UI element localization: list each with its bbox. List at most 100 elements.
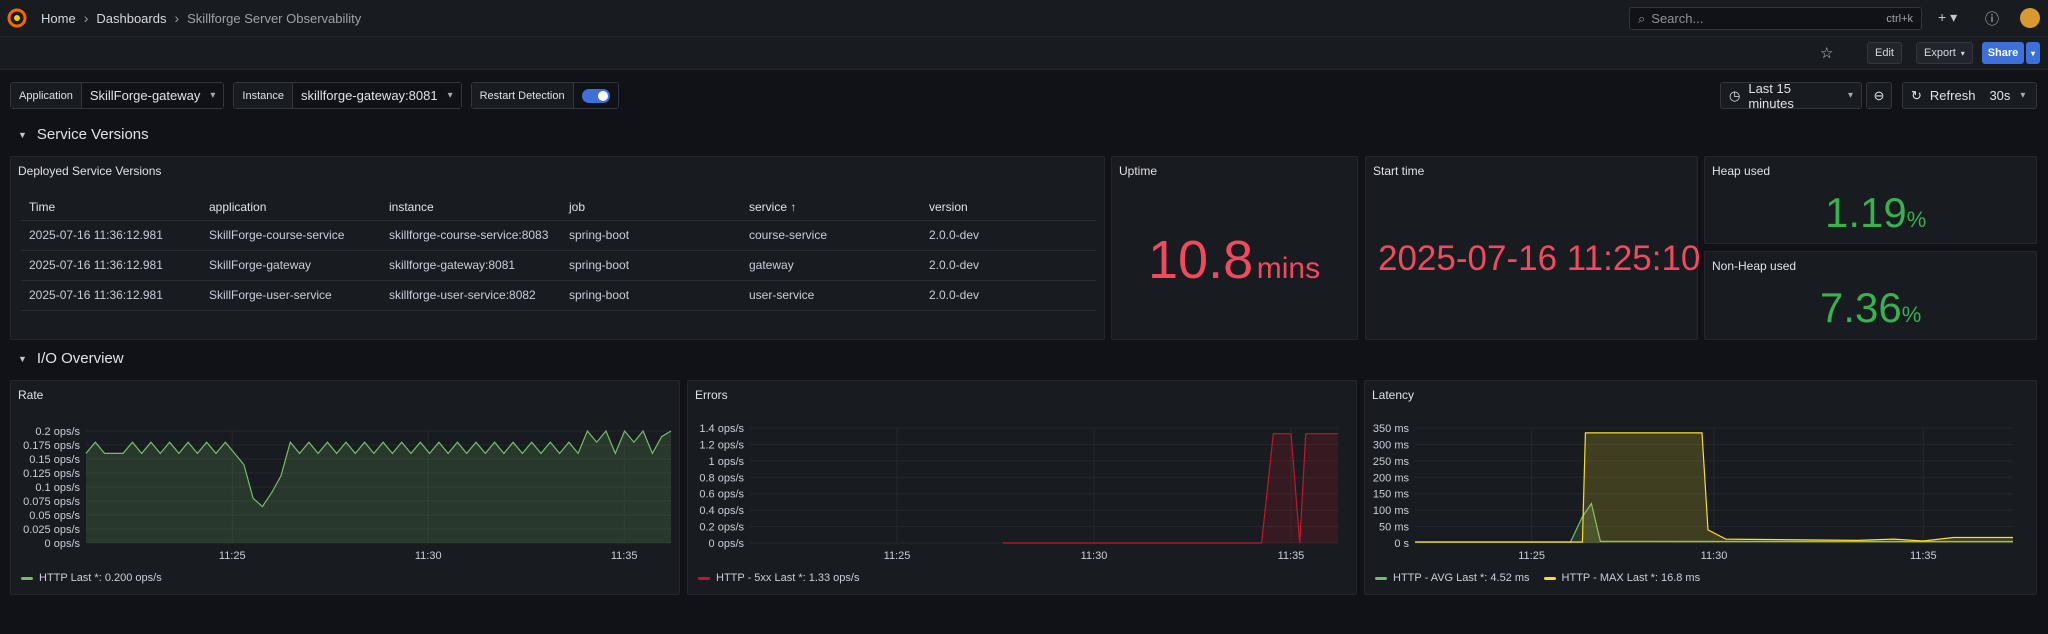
y-tick-label: 0 s (1394, 538, 1409, 550)
search-input[interactable]: ⌕ Search... ctrl+k (1629, 7, 1922, 30)
panel-heap-used: Heap used 1.19% (1704, 156, 2037, 244)
variable-label: Instance (234, 83, 293, 108)
y-tick-label: 150 ms (1373, 489, 1410, 501)
table-cell: spring-boot (561, 220, 741, 251)
table-header-row: Time application instance job service ↑ … (21, 195, 1096, 221)
chevron-down-icon: ▾ (210, 90, 216, 101)
panel-errors: 1.4 ops/s 1.2 ops/s 1 ops/s 0.8 ops/s 0.6 op… (687, 380, 1357, 595)
y-tick-label: 0.6 ops/s (699, 489, 744, 501)
table-cell: spring-boot (561, 280, 741, 311)
share-button[interactable]: Share (1982, 42, 2024, 64)
table-row[interactable]: 2025-07-16 11:36:12.981 SkillForge-user-… (21, 280, 1096, 311)
search-icon: ⌕ (1638, 10, 1646, 26)
variable-label: Application (11, 83, 82, 108)
export-button[interactable]: Export ▾ (1916, 42, 1973, 64)
start-time-value: 2025-07-16 11:25:10 (1378, 239, 1701, 278)
panel-title: Non-Heap used (1712, 259, 1797, 273)
table-row[interactable]: 2025-07-16 11:36:12.981 SkillForge-cours… (21, 220, 1096, 251)
y-tick-label: 200 ms (1373, 472, 1410, 484)
y-tick-label: 0.025 ops/s (23, 524, 80, 536)
y-tick-label: 100 ms (1373, 505, 1410, 517)
y-tick-label: 0.125 ops/s (23, 468, 80, 480)
legend-item[interactable]: HTTP Last *: 0.200 ops/s (39, 572, 162, 584)
heap-unit: % (1906, 207, 1927, 232)
column-header[interactable]: service ↑ (741, 195, 921, 221)
x-tick-label: 11:35 (611, 550, 638, 562)
plus-icon[interactable]: + ▾ (1938, 9, 1957, 26)
share-menu-button[interactable]: ▾ (2026, 42, 2040, 64)
x-tick-label: 11:35 (1278, 550, 1305, 562)
row-service-versions[interactable]: ▼ Service Versions (18, 126, 149, 143)
panel-title: Rate (18, 388, 44, 402)
table-cell: 2.0.0-dev (921, 250, 1096, 281)
table-cell: skillforge-course-service:8083 (381, 220, 561, 251)
restart-detection-toggle[interactable] (581, 88, 610, 103)
variable-label: Restart Detection (471, 83, 574, 108)
table-cell: SkillForge-course-service (201, 220, 381, 251)
nonheap-unit: % (1901, 302, 1922, 327)
column-header[interactable]: Time (21, 195, 201, 221)
y-tick-label: 0.1 ops/s (35, 482, 80, 494)
versions-table: Time application instance job service ↑ … (21, 195, 1096, 311)
refresh-button[interactable]: Refresh (1930, 88, 1976, 103)
star-icon[interactable]: ☆ (1820, 44, 1833, 62)
table-cell: 2.0.0-dev (921, 220, 1096, 251)
chevron-down-icon: ▼ (18, 129, 27, 140)
chevron-down-icon: ▼ (18, 353, 27, 364)
y-tick-label: 50 ms (1379, 522, 1409, 534)
chevron-down-icon: ▾ (447, 90, 453, 101)
x-tick-label: 11:30 (1081, 550, 1108, 562)
column-header[interactable]: application (201, 195, 381, 221)
refresh-icon: ↻ (1911, 87, 1922, 103)
restart-detection-toggle-wrap[interactable] (573, 83, 618, 108)
legend-swatch (21, 576, 33, 580)
time-range-picker[interactable]: ◷ Last 15 minutes ▾ (1720, 81, 1862, 111)
y-tick-label: 1.2 ops/s (699, 439, 744, 451)
zoom-out-button[interactable]: ⊖ (1866, 82, 1892, 109)
legend-swatch (1543, 576, 1556, 580)
grafana-logo-icon[interactable] (7, 8, 27, 28)
refresh-picker[interactable]: ↻ Refresh 30s ▾ (1902, 82, 2037, 109)
legend: HTTP Last *: 0.200 ops/s (21, 572, 162, 584)
legend-item[interactable]: HTTP - MAX Last *: 16.8 ms (1562, 572, 1701, 584)
panel-start-time: Start time 2025-07-16 11:25:10 (1365, 156, 1701, 340)
chart-plot: 350 ms 300 ms 250 ms 200 ms 150 ms 100 ms 50 m… (1373, 423, 2014, 562)
edit-button[interactable]: Edit (1867, 42, 1902, 64)
variable-application[interactable]: Application SkillForge-gateway ▾ (10, 82, 225, 109)
breadcrumb-dashboards[interactable]: Dashboards (96, 11, 166, 26)
legend-item[interactable]: HTTP - AVG Last *: 4.52 ms (1393, 572, 1530, 584)
column-header[interactable]: job (561, 195, 741, 221)
heap-value: 1.19 (1825, 189, 1907, 236)
table-cell: 2.0.0-dev (921, 280, 1096, 311)
table-cell: 2025-07-16 11:36:12.981 (21, 250, 201, 281)
legend: HTTP - AVG Last *: 4.52 ms HTTP - MAX La… (1375, 572, 1700, 584)
panel-uptime: Uptime 10.8 mins (1111, 156, 1358, 340)
variable-value[interactable]: SkillForge-gateway ▾ (81, 83, 224, 108)
panel-rate: 0.2 ops/s 0.175 ops/s 0.15 ops/s 0.125 ops/… (10, 380, 680, 595)
panel-title: Deployed Service Versions (18, 164, 162, 178)
breadcrumb-home[interactable]: Home (41, 11, 76, 26)
chevron-right-icon: › (174, 10, 180, 26)
variable-value[interactable]: skillforge-gateway:8081 ▾ (293, 83, 461, 108)
y-tick-label: 0 ops/s (709, 538, 745, 550)
table-cell: 2025-07-16 11:36:12.981 (21, 280, 201, 311)
column-header[interactable]: instance (381, 195, 561, 221)
breadcrumb-current: Skillforge Server Observability (187, 10, 362, 26)
avatar[interactable] (2020, 8, 2040, 28)
variable-restart-detection[interactable]: Restart Detection (470, 82, 619, 109)
x-tick-label: 11:35 (1910, 550, 1937, 562)
panel-title: Errors (695, 388, 728, 402)
refresh-interval[interactable]: 30s (1989, 88, 2010, 103)
table-row[interactable]: 2025-07-16 11:36:12.981 SkillForge-gatew… (21, 250, 1096, 281)
nonheap-value: 7.36 (1820, 284, 1902, 331)
help-icon[interactable]: ⓘ (1985, 9, 1999, 29)
chart-plot: 0.2 ops/s 0.175 ops/s 0.15 ops/s 0.125 ops/… (23, 426, 672, 562)
y-tick-label: 350 ms (1373, 423, 1410, 435)
variable-instance[interactable]: Instance skillforge-gateway:8081 ▾ (233, 82, 462, 109)
dashboard-toolbar: ☆ Edit Export ▾ Share ▾ (0, 37, 2048, 70)
variables-bar: Application SkillForge-gateway ▾ Instance… (10, 82, 619, 109)
uptime-value: 10.8 (1148, 230, 1254, 290)
row-io-overview[interactable]: ▼ I/O Overview (18, 350, 124, 367)
legend-item[interactable]: HTTP - 5xx Last *: 1.33 ops/s (716, 572, 859, 584)
column-header[interactable]: version (921, 195, 1096, 221)
